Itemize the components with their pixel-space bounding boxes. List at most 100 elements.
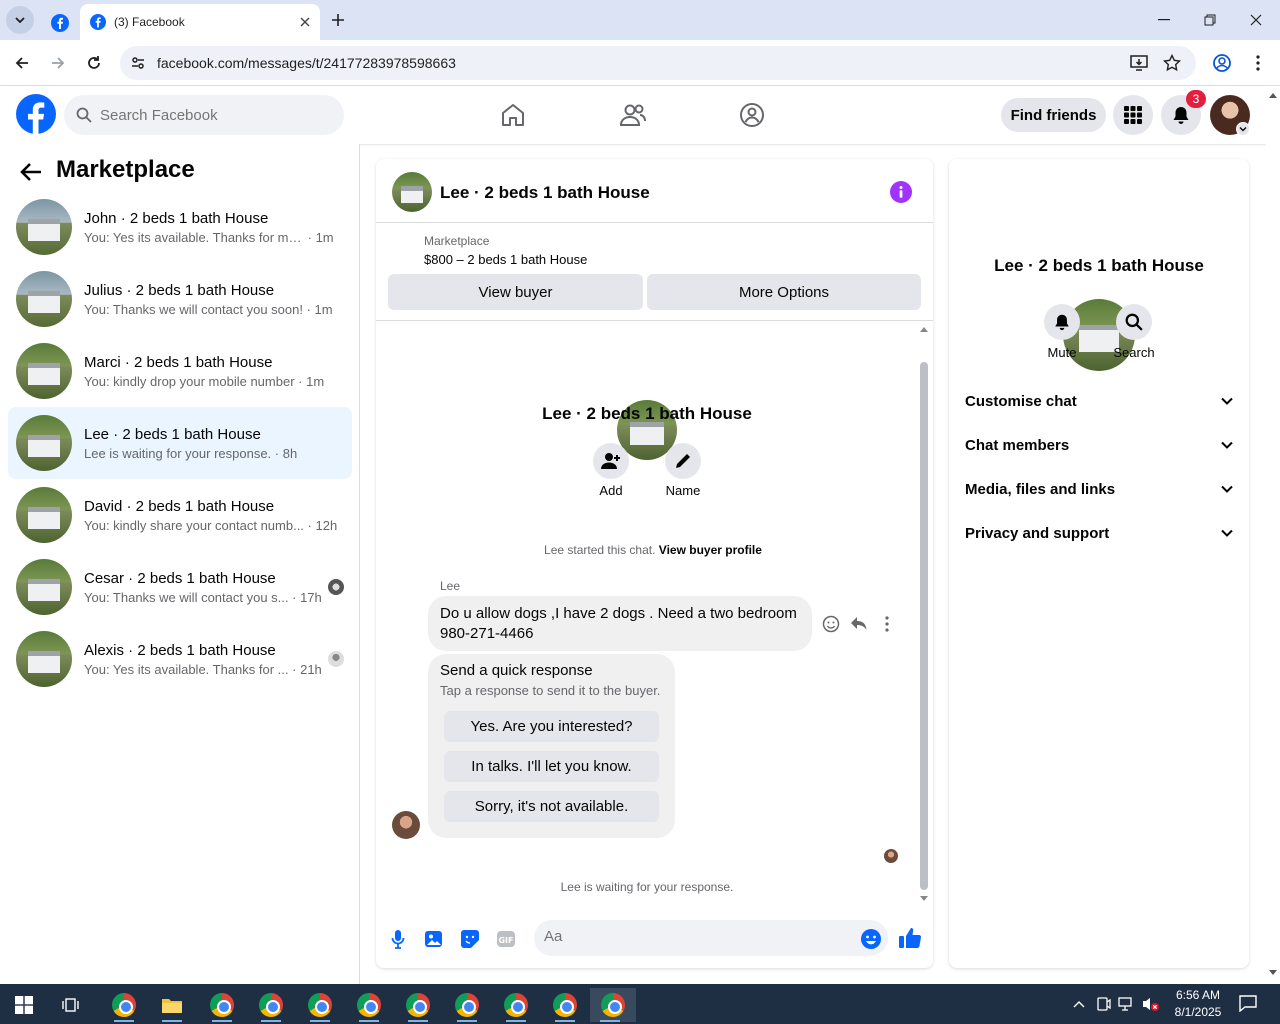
conversation-preview: You: kindly share your contact numb... — [84, 517, 304, 533]
bookmark-star-icon[interactable] — [1163, 54, 1181, 72]
chrome-active-taskbar-icon[interactable] — [590, 988, 636, 1022]
profile-icon[interactable] — [1212, 53, 1232, 73]
message-bubble[interactable]: Do u allow dogs ,I have 2 dogs . Need a … — [428, 596, 812, 651]
search-label: Search — [1113, 345, 1155, 360]
chrome-profile-taskbar-icon[interactable] — [300, 988, 340, 1022]
account-chevron-down-icon[interactable] — [1236, 122, 1250, 136]
marketplace-title: Marketplace — [56, 156, 195, 183]
pinned-facebook-tab[interactable] — [40, 6, 80, 40]
chrome-gmail-taskbar-icon[interactable] — [104, 988, 144, 1022]
page-scrollbar[interactable] — [1266, 86, 1280, 984]
browser-menu-icon[interactable] — [1250, 54, 1266, 72]
volume-muted-icon[interactable] — [1141, 994, 1161, 1014]
chrome-profile-taskbar-icon[interactable] — [545, 988, 585, 1022]
info-icon[interactable] — [890, 181, 912, 203]
chrome-profile-taskbar-icon[interactable] — [398, 988, 438, 1022]
restore-window-icon[interactable] — [1187, 0, 1233, 40]
customise-chat-section[interactable]: Customise chat — [949, 379, 1249, 423]
message-text-line: Do u allow dogs ,I have 2 dogs . Need a … — [440, 605, 797, 622]
network-icon[interactable] — [1117, 994, 1137, 1014]
taskbar-clock[interactable]: 6:56 AM 8/1/2025 — [1166, 987, 1230, 1021]
conversation-name: Cesar · 2 beds 1 bath House — [84, 569, 276, 587]
conversation-time: 12h — [315, 517, 338, 533]
quick-response-yes-button[interactable]: Yes. Are you interested? — [444, 711, 659, 742]
photo-gallery-icon[interactable] — [422, 927, 446, 951]
gif-icon[interactable]: GIF — [494, 927, 518, 951]
conversation-item-cesar[interactable]: Cesar · 2 beds 1 bath House You: Thanks … — [8, 551, 352, 623]
conversation-item-lee[interactable]: Lee · 2 beds 1 bath House Lee is waiting… — [8, 407, 352, 479]
close-window-icon[interactable] — [1233, 0, 1279, 40]
friends-icon[interactable] — [613, 96, 653, 134]
facebook-favicon-icon — [90, 14, 106, 30]
chat-title[interactable]: Lee · 2 beds 1 bath House — [440, 183, 650, 203]
add-person-button[interactable] — [593, 443, 629, 479]
windows-start-icon[interactable] — [4, 988, 44, 1022]
quick-response-in-talks-button[interactable]: In talks. I'll let you know. — [444, 751, 659, 782]
emoji-icon[interactable] — [860, 928, 882, 950]
conversation-item-alexis[interactable]: Alexis · 2 beds 1 bath House You: Yes it… — [8, 623, 352, 695]
more-options-button[interactable]: More Options — [647, 274, 921, 310]
file-explorer-icon[interactable] — [152, 988, 192, 1022]
notification-center-icon[interactable] — [1238, 993, 1258, 1013]
edit-name-button[interactable] — [665, 443, 701, 479]
minimize-window-icon[interactable] — [1141, 0, 1187, 40]
chrome-profile-taskbar-icon[interactable] — [447, 988, 487, 1022]
conversation-preview: You: Yes its available. Thanks for ... — [84, 661, 289, 677]
browser-tab-facebook[interactable]: (3) Facebook — [80, 4, 320, 40]
more-vertical-icon[interactable] — [875, 612, 899, 636]
chrome-profile-taskbar-icon[interactable] — [496, 988, 536, 1022]
reply-arrow-icon[interactable] — [847, 612, 871, 636]
chrome-profile-taskbar-icon[interactable] — [202, 988, 242, 1022]
sender-avatar[interactable] — [392, 811, 420, 839]
meet-now-icon[interactable] — [1093, 994, 1113, 1014]
listing-thumbnail — [16, 199, 72, 255]
conversation-item-marci[interactable]: Marci · 2 beds 1 bath House You: kindly … — [8, 335, 352, 407]
find-friends-button[interactable]: Find friends — [1001, 98, 1106, 132]
view-buyer-profile-link[interactable]: View buyer profile — [659, 543, 762, 557]
url-text: facebook.com/messages/t/2417728397859866… — [157, 55, 456, 71]
new-tab-plus-icon[interactable] — [326, 8, 350, 32]
mute-bell-button[interactable] — [1044, 304, 1080, 340]
close-tab-icon[interactable] — [300, 17, 310, 27]
back-arrow-icon[interactable] — [8, 49, 36, 77]
facebook-search-box[interactable] — [64, 95, 344, 135]
back-arrow-icon[interactable] — [18, 160, 44, 184]
forward-arrow-icon[interactable] — [44, 49, 72, 77]
menu-grid-icon[interactable] — [1113, 95, 1153, 135]
thumbs-up-icon[interactable] — [898, 926, 922, 950]
privacy-support-section[interactable]: Privacy and support — [949, 511, 1249, 555]
message-input[interactable] — [544, 928, 844, 945]
facebook-logo-icon[interactable] — [16, 94, 56, 134]
conversation-item-john[interactable]: John · 2 beds 1 bath House You: Yes its … — [8, 191, 352, 263]
reload-icon[interactable] — [80, 49, 108, 77]
conversation-item-julius[interactable]: Julius · 2 beds 1 bath House You: Thanks… — [8, 263, 352, 335]
message-input-box[interactable] — [534, 920, 888, 956]
install-app-icon[interactable] — [1130, 54, 1148, 72]
listing-thumbnail — [16, 631, 72, 687]
chrome-profile-taskbar-icon[interactable] — [251, 988, 291, 1022]
tab-title: (3) Facebook — [114, 15, 185, 29]
tab-search-chevron-icon[interactable] — [6, 6, 34, 34]
conversation-name: Marci · 2 beds 1 bath House — [84, 353, 273, 371]
sticker-icon[interactable] — [458, 927, 482, 951]
chat-members-section[interactable]: Chat members — [949, 423, 1249, 467]
chat-scrollbar-thumb[interactable] — [920, 362, 928, 890]
site-settings-icon[interactable] — [130, 55, 146, 71]
conversation-item-david[interactable]: David · 2 beds 1 bath House You: kindly … — [8, 479, 352, 551]
microphone-icon[interactable] — [386, 927, 410, 951]
facebook-search-input[interactable] — [100, 106, 320, 124]
chrome-profile-taskbar-icon[interactable] — [349, 988, 389, 1022]
conversation-preview: Lee is waiting for your response. — [84, 445, 272, 461]
task-view-icon[interactable] — [52, 988, 92, 1022]
home-icon[interactable] — [493, 96, 533, 134]
chat-header-thumbnail[interactable] — [392, 172, 432, 212]
tray-chevron-up-icon[interactable] — [1069, 994, 1089, 1014]
media-files-links-section[interactable]: Media, files and links — [949, 467, 1249, 511]
react-smiley-icon[interactable] — [819, 612, 843, 636]
view-buyer-button[interactable]: View buyer — [388, 274, 643, 310]
quick-response-not-available-button[interactable]: Sorry, it's not available. — [444, 791, 659, 822]
notification-count-badge: 3 — [1186, 90, 1206, 108]
groups-icon[interactable] — [732, 96, 772, 134]
listing-thumbnail — [16, 343, 72, 399]
search-conversation-button[interactable] — [1116, 304, 1152, 340]
